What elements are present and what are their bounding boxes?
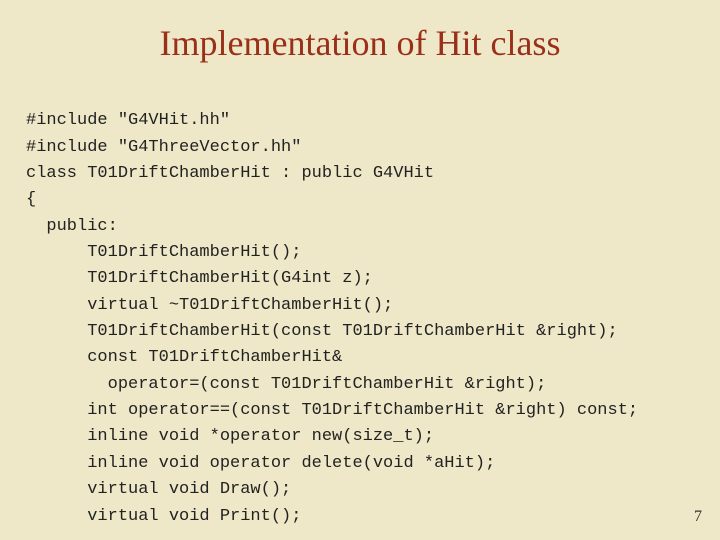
code-block: #include "G4VHit.hh" #include "G4ThreeVe… xyxy=(0,82,720,530)
code-line: virtual ~T01DriftChamberHit(); xyxy=(26,296,393,315)
code-line: inline void *operator new(size_t); xyxy=(26,427,434,446)
code-line: { xyxy=(26,190,36,209)
code-line: T01DriftChamberHit(); xyxy=(26,243,301,262)
code-line: int operator==(const T01DriftChamberHit … xyxy=(26,401,638,420)
code-line: operator=(const T01DriftChamberHit &righ… xyxy=(26,375,546,394)
slide-title: Implementation of Hit class xyxy=(0,0,720,82)
code-line: T01DriftChamberHit(const T01DriftChamber… xyxy=(26,322,618,341)
code-line: public: xyxy=(26,217,118,236)
code-line: T01DriftChamberHit(G4int z); xyxy=(26,269,373,288)
code-line: const T01DriftChamberHit& xyxy=(26,348,342,367)
code-line: virtual void Print(); xyxy=(26,507,301,526)
code-line: #include "G4ThreeVector.hh" xyxy=(26,138,301,157)
code-line: #include "G4VHit.hh" xyxy=(26,111,230,130)
code-line: virtual void Draw(); xyxy=(26,480,291,499)
code-line: class T01DriftChamberHit : public G4VHit xyxy=(26,164,434,183)
code-line: inline void operator delete(void *aHit); xyxy=(26,454,495,473)
page-number: 7 xyxy=(694,508,702,526)
